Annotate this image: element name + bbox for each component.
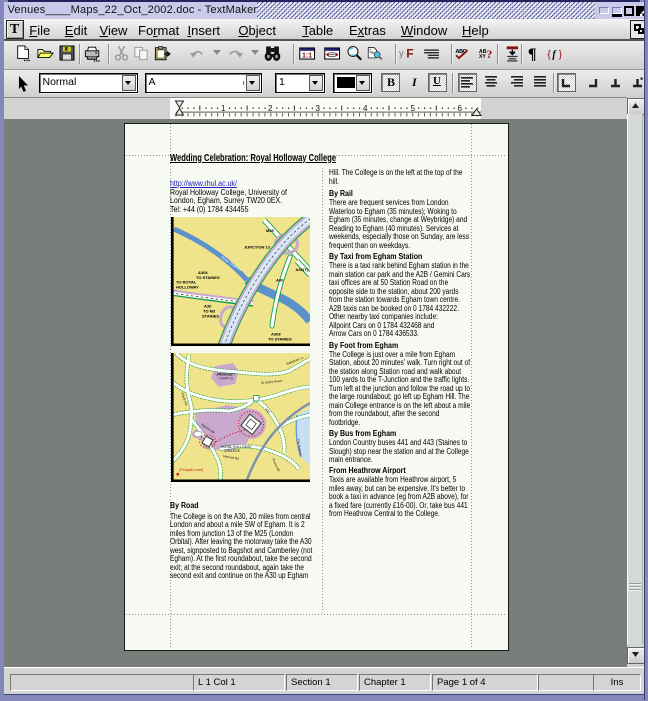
svg-text:M25: M25 xyxy=(266,228,275,233)
svg-text:{: { xyxy=(547,49,551,60)
svg-text:XY: XY xyxy=(479,54,486,60)
svg-text:?: ? xyxy=(487,48,493,61)
svg-text:STAINES: STAINES xyxy=(202,313,219,318)
svg-text:A30(T): A30(T) xyxy=(296,267,309,272)
svg-text:HOLLOWAY: HOLLOWAY xyxy=(176,284,199,289)
svg-text:COLLEGE: COLLEGE xyxy=(224,449,241,453)
svg-text:1:1: 1:1 xyxy=(302,53,312,60)
svg-text:¶: ¶ xyxy=(528,46,537,62)
svg-text:CAMPUS: CAMPUS xyxy=(219,376,234,380)
svg-text:JUNCTION 13: JUNCTION 13 xyxy=(244,244,271,249)
svg-text:(Footpath route): (Footpath route) xyxy=(179,468,203,472)
svg-text:f: f xyxy=(552,49,557,60)
svg-text:F: F xyxy=(406,47,413,61)
svg-text:A30: A30 xyxy=(276,277,284,282)
svg-text:}: } xyxy=(558,49,562,60)
svg-text:TO STAINES: TO STAINES xyxy=(268,336,292,341)
svg-text:y: y xyxy=(399,49,404,60)
svg-text:TO STAINES: TO STAINES xyxy=(196,275,220,280)
